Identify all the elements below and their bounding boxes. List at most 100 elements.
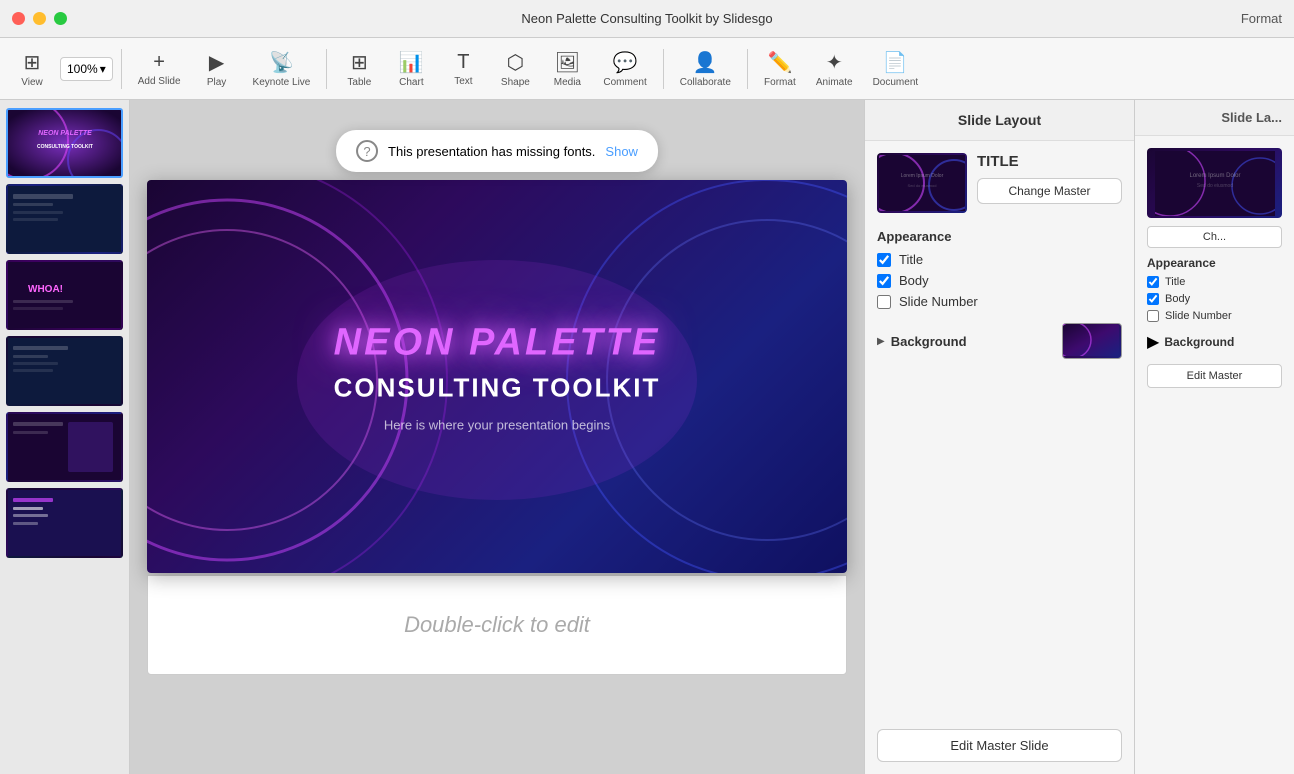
comment-icon: 💬 — [613, 50, 638, 75]
toolbar-add-slide[interactable]: + Add Slide — [130, 47, 189, 91]
format-button-titlebar[interactable]: Format — [1241, 11, 1282, 26]
window-title: Neon Palette Consulting Toolkit by Slide… — [521, 11, 772, 26]
title-checkbox-row: Title — [877, 252, 1122, 267]
rp-title-label: Title — [1165, 276, 1185, 288]
rp-slide-number-checkbox[interactable] — [1147, 310, 1159, 322]
body-checkbox-label: Body — [899, 273, 929, 288]
body-checkbox-row: Body — [877, 273, 1122, 288]
main-area: 1 NEON PALETTE CONSULTING TOOLKIT — [0, 100, 1294, 774]
background-section-label: Background — [891, 334, 967, 349]
slide-title: NEON PALETTE — [147, 321, 847, 364]
zoom-arrow: ▾ — [100, 62, 106, 76]
background-section: ▶ Background — [877, 323, 1122, 359]
svg-text:Sed do eiusmod: Sed do eiusmod — [908, 183, 937, 188]
slide-thumbnail-5[interactable] — [6, 412, 123, 482]
layout-title-label: TITLE — [977, 153, 1122, 170]
notification-message: This presentation has missing fonts. — [388, 144, 595, 159]
rp-body-checkbox[interactable] — [1147, 293, 1159, 305]
separator-2 — [326, 49, 327, 89]
view-icon: ⊞ — [24, 50, 41, 75]
rp-appearance-label: Appearance — [1147, 256, 1282, 270]
minimize-button[interactable] — [33, 12, 46, 25]
layout-info: TITLE Change Master — [977, 153, 1122, 204]
rp-background-label: Background — [1164, 335, 1234, 349]
toolbar-collaborate[interactable]: 👤 Collaborate — [672, 46, 739, 92]
toolbar-format[interactable]: ✏️ Format — [756, 46, 804, 92]
window-controls — [12, 12, 67, 25]
svg-text:Sed do eiusmod: Sed do eiusmod — [1196, 183, 1232, 189]
text-icon: T — [457, 51, 469, 74]
keynote-live-icon: 📡 — [269, 50, 294, 75]
layout-preview-area: Lorem Ipsum Dolor Sed do eiusmod TITLE C… — [877, 153, 1122, 213]
change-master-button[interactable]: Change Master — [977, 178, 1122, 204]
rp-edit-master-button[interactable]: Edit Master — [1147, 364, 1282, 388]
slide-tagline: Here is where your presentation begins — [147, 417, 847, 432]
svg-text:Lorem Ipsum Dolor: Lorem Ipsum Dolor — [901, 173, 944, 179]
background-preview[interactable] — [1062, 323, 1122, 359]
background-triangle-icon: ▶ — [877, 336, 885, 347]
toolbar-view[interactable]: ⊞ View — [8, 46, 56, 92]
slide-thumbnail-3[interactable]: WHOA! — [6, 260, 123, 330]
toolbar-keynote-live[interactable]: 📡 Keynote Live — [245, 46, 319, 92]
slide-thumbnail-2[interactable] — [6, 184, 123, 254]
notification-show-button[interactable]: Show — [605, 144, 638, 159]
slide-layout-panel: Slide Layout Lorem Ipsum Dolor Sed do ei… — [864, 100, 1134, 774]
slide-thumb-wrapper-3: 3 WHOA! — [6, 260, 123, 330]
toolbar-document[interactable]: 📄 Document — [865, 46, 927, 92]
toolbar-animate[interactable]: ✦ Animate — [808, 46, 861, 92]
toolbar-shape[interactable]: ⬡ Shape — [491, 46, 539, 92]
close-button[interactable] — [12, 12, 25, 25]
maximize-button[interactable] — [54, 12, 67, 25]
chart-icon: 📊 — [399, 50, 424, 75]
canvas-area[interactable]: ? This presentation has missing fonts. S… — [130, 100, 864, 774]
rp-change-button[interactable]: Ch... — [1147, 226, 1282, 248]
document-icon: 📄 — [883, 50, 908, 75]
play-icon: ▶ — [209, 50, 224, 75]
rp-body-checkbox-row: Body — [1147, 293, 1282, 305]
slide-panel: 1 NEON PALETTE CONSULTING TOOLKIT — [0, 100, 130, 774]
slide-bottom-area[interactable]: Double-click to edit — [147, 575, 847, 675]
toolbar-comment[interactable]: 💬 Comment — [595, 46, 654, 92]
rp-layout-preview: Lorem Ipsum Dolor Sed do eiusmod — [1147, 148, 1282, 218]
separator-3 — [663, 49, 664, 89]
rp-title-checkbox-row: Title — [1147, 276, 1282, 288]
media-icon: 🖼 — [555, 50, 580, 75]
collaborate-icon: 👤 — [693, 50, 718, 75]
rp-slide-number-checkbox-row: Slide Number — [1147, 310, 1282, 322]
toolbar-media[interactable]: 🖼 Media — [543, 46, 591, 92]
toolbar-text[interactable]: T Text — [439, 47, 487, 91]
rp-title-checkbox[interactable] — [1147, 276, 1159, 288]
body-checkbox[interactable] — [877, 274, 891, 288]
slide-thumb-wrapper-6: 6 — [6, 488, 123, 558]
rp-background-toggle[interactable]: ▶ Background — [1147, 332, 1282, 352]
appearance-label: Appearance — [877, 229, 1122, 244]
double-click-label: Double-click to edit — [404, 612, 590, 638]
rp-slide-number-label: Slide Number — [1165, 310, 1232, 322]
question-icon: ? — [356, 140, 378, 162]
rp-background-triangle-icon: ▶ — [1147, 332, 1159, 352]
slide-thumbnail-1[interactable]: NEON PALETTE CONSULTING TOOLKIT — [6, 108, 123, 178]
right-panel-header: Slide La... — [1135, 100, 1294, 136]
right-panel-content: Lorem Ipsum Dolor Sed do eiusmod Ch... A… — [1135, 136, 1294, 774]
slide-canvas[interactable]: NEON PALETTE CONSULTING TOOLKIT Here is … — [147, 180, 847, 573]
slide-thumb-wrapper-1: 1 NEON PALETTE CONSULTING TOOLKIT — [6, 108, 123, 178]
toolbar-play[interactable]: ▶ Play — [193, 46, 241, 92]
background-toggle[interactable]: ▶ Background — [877, 323, 1122, 359]
slide-subtitle: CONSULTING TOOLKIT — [147, 372, 847, 403]
separator-4 — [747, 49, 748, 89]
toolbar-zoom[interactable]: 100% ▾ — [60, 57, 113, 81]
title-checkbox[interactable] — [877, 253, 891, 267]
slide-number-checkbox[interactable] — [877, 295, 891, 309]
toolbar-table[interactable]: ⊞ Table — [335, 46, 383, 92]
edit-master-slide-button[interactable]: Edit Master Slide — [877, 729, 1122, 762]
slide-thumb-wrapper-5: 5 — [6, 412, 123, 482]
title-checkbox-label: Title — [899, 252, 923, 267]
slide-thumbnail-4[interactable] — [6, 336, 123, 406]
shape-icon: ⬡ — [507, 50, 524, 75]
toolbar-chart[interactable]: 📊 Chart — [387, 46, 435, 92]
svg-text:NEON PALETTE: NEON PALETTE — [38, 130, 92, 137]
slide-thumbnail-6[interactable] — [6, 488, 123, 558]
svg-text:WHOA!: WHOA! — [28, 284, 63, 295]
add-slide-icon: + — [153, 51, 165, 74]
slide-layout-content: Lorem Ipsum Dolor Sed do eiusmod TITLE C… — [865, 141, 1134, 717]
